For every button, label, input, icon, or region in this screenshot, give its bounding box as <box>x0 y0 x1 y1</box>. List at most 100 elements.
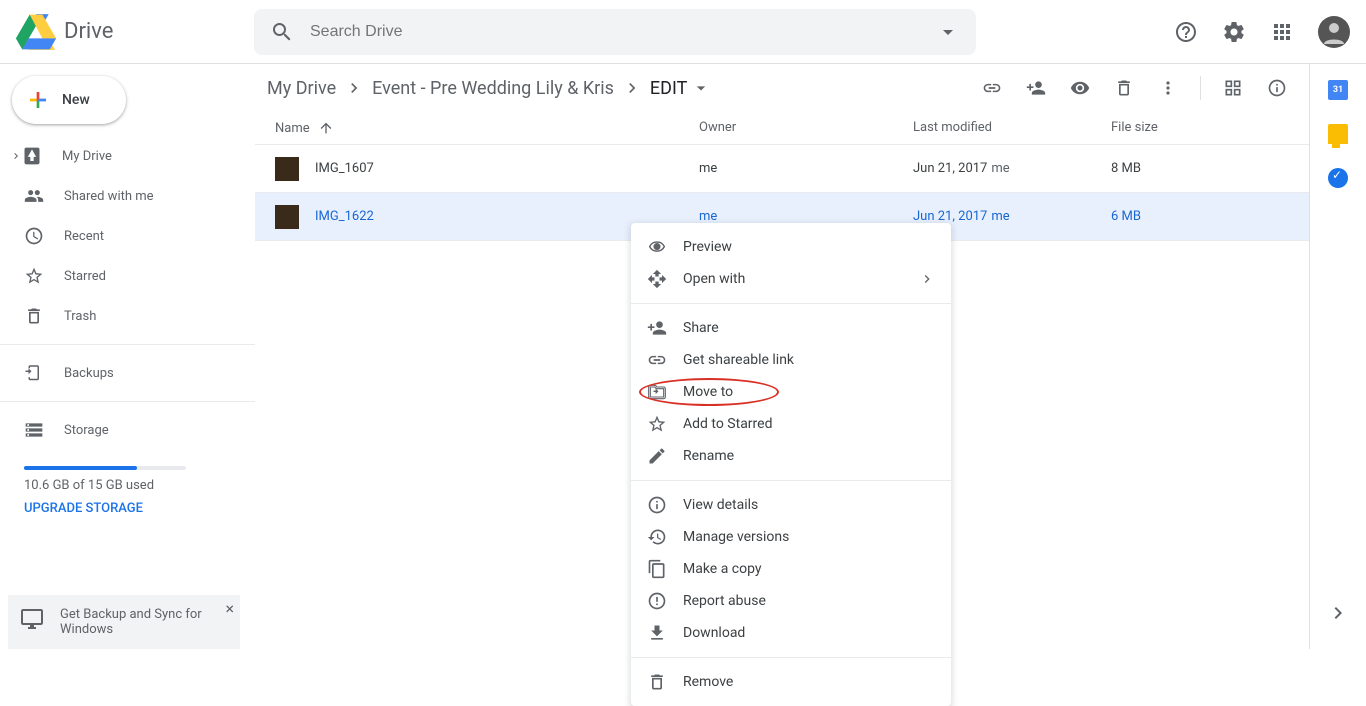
user-avatar[interactable] <box>1318 16 1350 48</box>
drive-logo-icon <box>16 12 56 52</box>
apps-icon[interactable] <box>1262 12 1302 52</box>
chevron-right-icon <box>10 146 22 166</box>
grid-view-icon[interactable] <box>1213 68 1253 108</box>
info-icon[interactable] <box>1257 68 1297 108</box>
nav-label: Storage <box>64 423 109 438</box>
more-icon[interactable] <box>1148 68 1188 108</box>
col-name-header[interactable]: Name <box>275 120 699 136</box>
menu-make-copy[interactable]: Make a copy <box>631 553 951 585</box>
new-button[interactable]: New <box>12 76 126 124</box>
breadcrumb-seg-1[interactable]: My Drive <box>263 74 340 103</box>
file-name: IMG_1607 <box>315 161 374 176</box>
menu-separator <box>631 303 951 304</box>
link-icon <box>647 350 667 370</box>
menu-report-abuse[interactable]: Report abuse <box>631 585 951 617</box>
file-modified: Jun 21, 2017me <box>913 161 1111 176</box>
eye-icon <box>647 237 667 257</box>
column-headers: Name Owner Last modified File size <box>255 112 1309 145</box>
menu-get-link[interactable]: Get shareable link <box>631 344 951 376</box>
menu-remove[interactable]: Remove <box>631 666 951 698</box>
file-owner: me <box>699 161 913 176</box>
storage-bar <box>24 466 186 470</box>
sidebar-item-my-drive[interactable]: My Drive <box>0 136 243 176</box>
search-dropdown-icon[interactable] <box>936 20 960 44</box>
logo-area[interactable]: Drive <box>16 12 254 52</box>
col-modified-header[interactable]: Last modified <box>913 120 1111 136</box>
chevron-right-icon <box>919 269 935 289</box>
menu-open-with[interactable]: Open with <box>631 263 951 295</box>
chevron-right-icon <box>344 78 364 98</box>
nav-label: Shared with me <box>64 189 154 204</box>
file-row[interactable]: IMG_1607 me Jun 21, 2017me 8 MB <box>255 145 1309 193</box>
file-size: 8 MB <box>1111 161 1297 176</box>
link-icon[interactable] <box>972 68 1012 108</box>
header-actions <box>1166 12 1350 52</box>
storage-fill <box>24 466 137 470</box>
file-owner: me <box>699 209 913 224</box>
person-add-icon <box>647 318 667 338</box>
menu-download[interactable]: Download <box>631 617 951 649</box>
breadcrumb-seg-3[interactable]: EDIT <box>646 74 715 103</box>
search-icon <box>270 20 294 44</box>
file-size: 6 MB <box>1111 209 1297 224</box>
sort-arrow-icon <box>318 120 334 136</box>
backup-sync-promo[interactable]: Get Backup and Sync for Windows × <box>8 595 240 649</box>
menu-view-details[interactable]: View details <box>631 489 951 521</box>
keep-icon[interactable] <box>1328 124 1348 144</box>
sidebar-item-backups[interactable]: Backups <box>0 353 243 393</box>
menu-move-to[interactable]: Move to <box>631 376 951 408</box>
side-panel: 31 <box>1310 64 1366 649</box>
dropdown-icon <box>691 78 711 98</box>
tasks-icon[interactable] <box>1328 168 1348 188</box>
settings-icon[interactable] <box>1214 12 1254 52</box>
delete-icon[interactable] <box>1104 68 1144 108</box>
drive-folder-icon <box>22 146 42 166</box>
sidebar-item-recent[interactable]: Recent <box>0 216 243 256</box>
toolbar-actions <box>972 68 1297 108</box>
sidebar-item-starred[interactable]: Starred <box>0 256 243 296</box>
menu-separator <box>631 657 951 658</box>
col-owner-header[interactable]: Owner <box>699 120 913 136</box>
menu-share[interactable]: Share <box>631 312 951 344</box>
clock-icon <box>24 226 44 246</box>
promo-text: Get Backup and Sync for Windows <box>60 607 228 637</box>
sidebar: New My Drive Shared with me Recent Starr… <box>0 64 255 649</box>
download-icon <box>647 623 667 643</box>
menu-rename[interactable]: Rename <box>631 440 951 472</box>
menu-preview[interactable]: Preview <box>631 231 951 263</box>
new-button-label: New <box>62 92 90 108</box>
nav-label: My Drive <box>62 149 112 164</box>
breadcrumb: My Drive Event - Pre Wedding Lily & Kris… <box>263 74 715 103</box>
storage-icon <box>24 420 44 440</box>
close-icon[interactable]: × <box>225 599 234 618</box>
nav-label: Starred <box>64 269 106 284</box>
storage-text: 10.6 GB of 15 GB used <box>24 478 231 493</box>
search-input[interactable] <box>310 23 936 41</box>
search-box[interactable] <box>254 9 976 55</box>
menu-manage-versions[interactable]: Manage versions <box>631 521 951 553</box>
calendar-icon[interactable]: 31 <box>1328 80 1348 100</box>
star-icon <box>647 414 667 434</box>
people-icon <box>24 186 44 206</box>
sidebar-item-storage[interactable]: Storage <box>0 410 243 450</box>
col-size-header[interactable]: File size <box>1111 120 1297 136</box>
share-icon[interactable] <box>1016 68 1056 108</box>
help-icon[interactable] <box>1166 12 1206 52</box>
app-name: Drive <box>64 19 113 44</box>
report-icon <box>647 591 667 611</box>
trash-icon <box>647 672 667 692</box>
sidebar-item-shared[interactable]: Shared with me <box>0 176 243 216</box>
menu-add-starred[interactable]: Add to Starred <box>631 408 951 440</box>
rename-icon <box>647 446 667 466</box>
preview-icon[interactable] <box>1060 68 1100 108</box>
chevron-right-icon <box>622 78 642 98</box>
breadcrumb-seg-2[interactable]: Event - Pre Wedding Lily & Kris <box>368 74 618 103</box>
expand-panel-icon[interactable] <box>1318 593 1358 633</box>
star-icon <box>24 266 44 286</box>
main-area: New My Drive Shared with me Recent Starr… <box>0 64 1366 649</box>
file-thumbnail <box>275 157 299 181</box>
sidebar-item-trash[interactable]: Trash <box>0 296 243 336</box>
upgrade-storage-link[interactable]: UPGRADE STORAGE <box>24 501 231 516</box>
context-menu: Preview Open with Share Get shareable li… <box>631 223 951 706</box>
history-icon <box>647 527 667 547</box>
